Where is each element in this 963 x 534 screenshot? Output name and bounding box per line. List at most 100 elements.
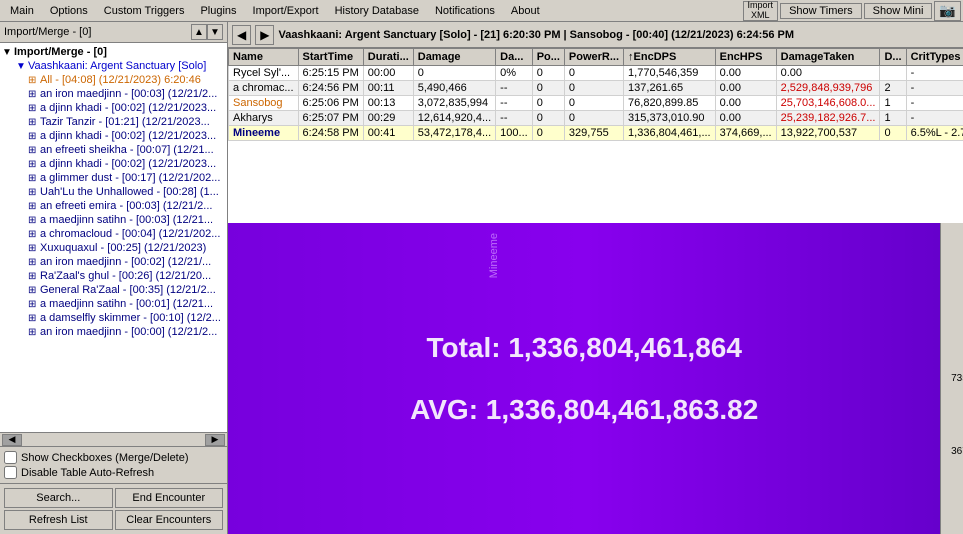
cell-d: 1 [880,96,906,111]
cell-encdps: 1,770,546,359 [624,66,716,81]
list-item[interactable]: ⊞ an efreeti emira - [00:03] (12/21/2... [0,199,227,213]
list-item[interactable]: ⊞ Uah'Lu the Unhallowed - [00:28] (1... [0,185,227,199]
menu-import-export[interactable]: Import/Export [245,3,327,19]
list-item[interactable]: ⊞ a maedjinn satihn - [00:01] (12/21... [0,297,227,311]
disable-auto-refresh-label: Disable Table Auto-Refresh [21,467,154,479]
horizontal-scrollbar[interactable]: ◀ ▶ [0,432,227,446]
tree-item-encounter[interactable]: ▼ Vaashkaani: Argent Sanctuary [Solo] [0,59,227,73]
show-checkboxes-checkbox[interactable] [4,451,17,464]
clear-encounters-button[interactable]: Clear Encounters [115,510,224,530]
list-item[interactable]: ⊞ an efreeti sheikha - [00:07] (12/21... [0,143,227,157]
menu-history-database[interactable]: History Database [327,3,427,19]
tree-item-all[interactable]: ⊞ All - [04:08] (12/21/2023) 6:20:46 [0,73,227,87]
search-button[interactable]: Search... [4,488,113,508]
col-header-damagetaken[interactable]: DamageTaken [776,49,880,66]
cell-damage: 5,490,466 [413,81,495,96]
col-header-name[interactable]: Name [229,49,299,66]
list-item[interactable]: ⊞ an iron maedjinn - [00:02] (12/21/... [0,255,227,269]
expand-icon-18: ⊞ [28,313,38,324]
col-header-powerr[interactable]: PowerR... [564,49,623,66]
table-row[interactable]: a chromac... 6:24:56 PM 00:11 5,490,466 … [229,81,963,96]
cell-da: 100... [496,126,533,141]
list-item[interactable]: ⊞ a maedjinn satihn - [00:03] (12/21... [0,213,227,227]
data-table-container[interactable]: Name StartTime Durati... Damage Da... Po… [228,48,963,223]
expand-icon-4: ⊞ [28,117,38,128]
list-item[interactable]: ⊞ Ra'Zaal's ghul - [00:26] (12/21/20... [0,269,227,283]
nav-back-button[interactable]: ◀ [232,25,251,45]
list-item[interactable]: ⊞ an iron maedjinn - [00:03] (12/21/2... [0,87,227,101]
table-row[interactable]: Sansobog 6:25:06 PM 00:13 3,072,835,994 … [229,96,963,111]
col-header-d[interactable]: D... [880,49,906,66]
cell-name: Rycel Syl'... [229,66,299,81]
list-item[interactable]: ⊞ a djinn khadi - [00:02] (12/21/2023... [0,157,227,171]
cell-da: -- [496,81,533,96]
cell-duration: 00:29 [363,111,413,126]
col-header-duration[interactable]: Durati... [363,49,413,66]
expand-icon-enc: ▼ [16,61,26,72]
expand-icon-19: ⊞ [28,327,38,338]
checkbox-area: Show Checkboxes (Merge/Delete) Disable T… [0,446,227,483]
list-item[interactable]: ⊞ Xuxuquaxul - [00:25] (12/21/2023) [0,241,227,255]
scroll-right-button[interactable]: ▶ [205,434,225,446]
cell-crittypes: - [906,111,963,126]
end-encounter-button[interactable]: End Encounter [115,488,224,508]
import-xml-button[interactable]: Import XML [743,1,779,21]
cell-enchps: 374,669,... [715,126,776,141]
scroll-up-button[interactable]: ▲ [191,24,207,40]
menu-plugins[interactable]: Plugins [192,3,244,19]
cell-damagetaken: 25,239,182,926.7... [776,111,880,126]
disable-auto-refresh-checkbox[interactable] [4,466,17,479]
col-header-starttime[interactable]: StartTime [298,49,363,66]
refresh-list-button[interactable]: Refresh List [4,510,113,530]
col-header-enchps[interactable]: EncHPS [715,49,776,66]
expand-icon-10: ⊞ [28,201,38,212]
show-mini-button[interactable]: Show Mini [864,3,933,19]
col-header-crittypes[interactable]: CritTypes [906,49,963,66]
cell-powerr: 329,755 [564,126,623,141]
camera-button[interactable]: 📷 [934,1,961,21]
menu-custom-triggers[interactable]: Custom Triggers [96,3,193,19]
cell-da: 0% [496,66,533,81]
col-header-encdps[interactable]: ↑EncDPS [624,49,716,66]
list-item[interactable]: ⊞ a glimmer dust - [00:17] (12/21/202... [0,171,227,185]
table-row-selected[interactable]: Mineeme 6:24:58 PM 00:41 53,472,178,4...… [229,126,963,141]
cell-d: 1 [880,111,906,126]
chart-avg-text: AVG: 1,336,804,461,863.82 [410,394,758,426]
cell-starttime: 6:24:56 PM [298,81,363,96]
menu-main[interactable]: Main [2,3,42,19]
menu-notifications[interactable]: Notifications [427,3,503,19]
cell-encdps: 76,820,899.85 [624,96,716,111]
list-item[interactable]: ⊞ a djinn khadi - [00:02] (12/21/2023... [0,129,227,143]
table-row[interactable]: Rycel Syl'... 6:25:15 PM 00:00 0 0% 0 0 … [229,66,963,81]
table-row[interactable]: Akharys 6:25:07 PM 00:29 12,614,920,4...… [229,111,963,126]
cell-enchps: 0.00 [715,66,776,81]
list-item[interactable]: ⊞ an iron maedjinn - [00:00] (12/21/2... [0,325,227,339]
col-header-po[interactable]: Po... [532,49,564,66]
cell-duration: 00:13 [363,96,413,111]
list-item[interactable]: ⊞ a chromacloud - [00:04] (12/21/202... [0,227,227,241]
menu-options[interactable]: Options [42,3,96,19]
list-item[interactable]: ⊞ a djinn khadi - [00:02] (12/21/2023... [0,101,227,115]
cell-powerr: 0 [564,96,623,111]
tree-view[interactable]: ▼ Import/Merge - [0] ▼ Vaashkaani: Argen… [0,43,227,432]
show-timers-button[interactable]: Show Timers [780,3,862,19]
menu-about[interactable]: About [503,3,548,19]
expand-icon-7: ⊞ [28,159,38,170]
expand-icon-3: ⊞ [28,103,38,114]
cell-d: 2 [880,81,906,96]
scroll-down-button[interactable]: ▼ [207,24,223,40]
cell-enchps: 0.00 [715,81,776,96]
list-item[interactable]: ⊞ Tazir Tanzir - [01:21] (12/21/2023... [0,115,227,129]
tree-item-root[interactable]: ▼ Import/Merge - [0] [0,45,227,59]
col-header-da[interactable]: Da... [496,49,533,66]
scroll-left-button[interactable]: ◀ [2,434,22,446]
list-item[interactable]: ⊞ General Ra'Zaal - [00:35] (12/21/2... [0,283,227,297]
cell-starttime: 6:25:15 PM [298,66,363,81]
list-item[interactable]: ⊞ a damselfly skimmer - [00:10] (12/2... [0,311,227,325]
expand-icon-8: ⊞ [28,173,38,184]
left-panel-header: Import/Merge - [0] ▲ ▼ [0,22,227,43]
cell-damage: 12,614,920,4... [413,111,495,126]
nav-forward-button[interactable]: ▶ [255,25,274,45]
expand-icon-11: ⊞ [28,215,38,226]
col-header-damage[interactable]: Damage [413,49,495,66]
